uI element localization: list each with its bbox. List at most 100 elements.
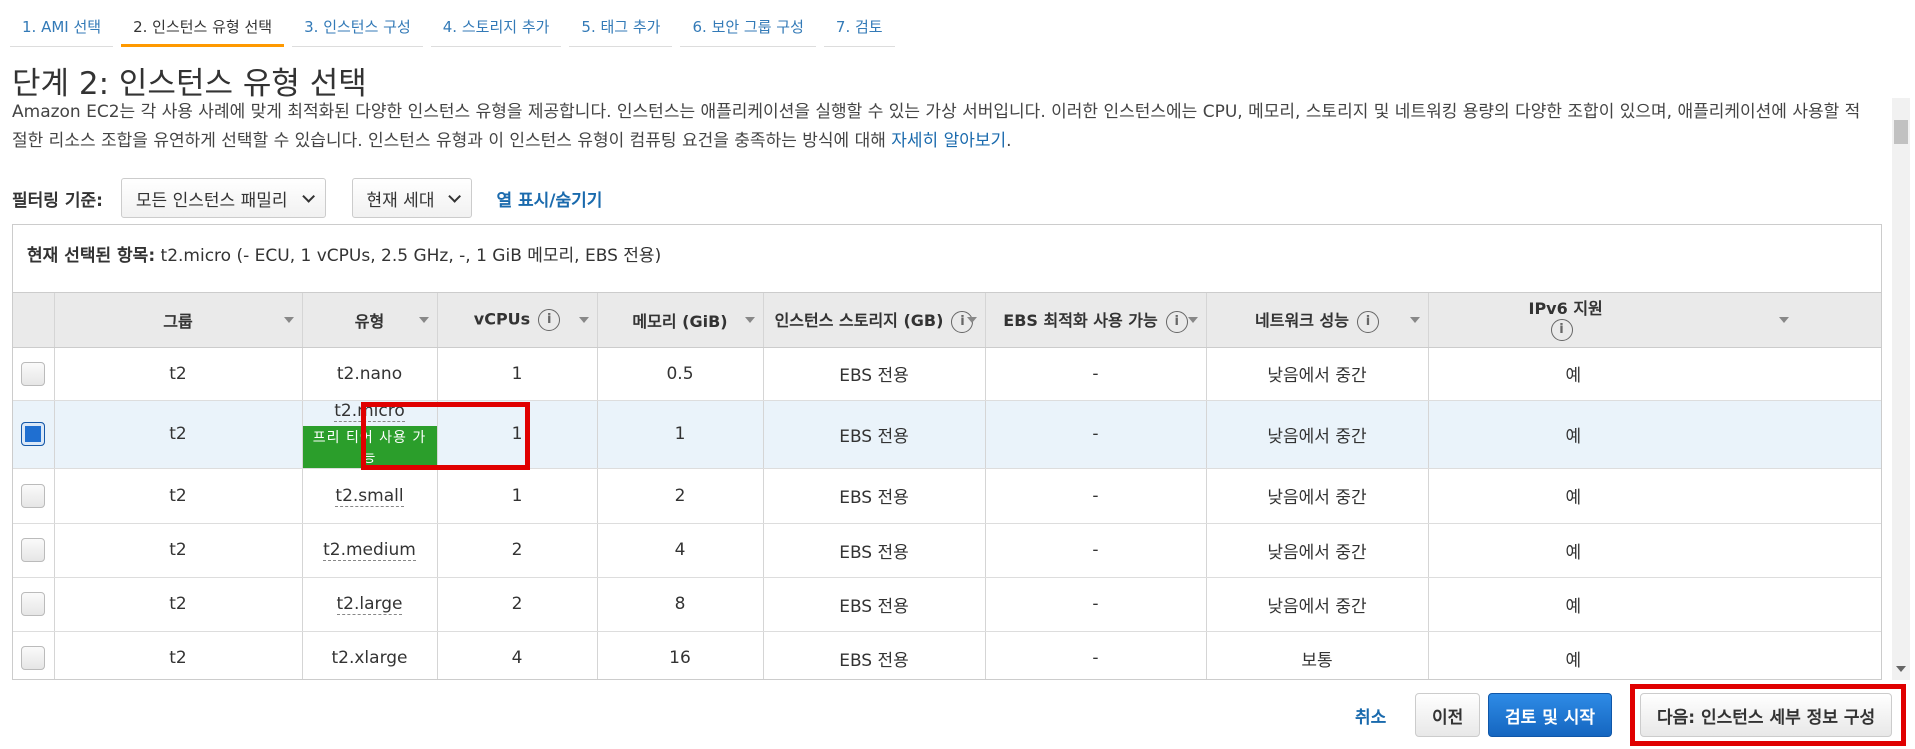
instance-types-table: 그룹 유형 vCPUs i 메모리 (GiB) 인스턴스 스토리지 (GB) i E… — [13, 293, 1881, 679]
generation-select[interactable]: 현재 세대 — [351, 178, 473, 218]
row-checkbox[interactable] — [21, 483, 46, 508]
learn-more-link[interactable]: 자세히 알아보기 — [891, 131, 1006, 151]
instance-family-value: 모든 인스턴스 패밀리 — [135, 190, 288, 211]
cell-ipv6: 예 — [1428, 523, 1881, 578]
show-hide-columns-link[interactable]: 열 표시/숨기기 — [496, 186, 602, 211]
info-icon[interactable]: i — [1165, 310, 1188, 333]
sort-icon — [1778, 317, 1789, 323]
next-configure-details-button[interactable]: 다음: 인스턴스 세부 정보 구성 — [1640, 693, 1893, 737]
cell-type: t2.medium — [302, 523, 438, 578]
cell-ipv6: 예 — [1428, 631, 1881, 679]
step-1-ami[interactable]: 1. AMI 선택 — [10, 0, 114, 47]
step-6-security-group[interactable]: 6. 보안 그룹 구성 — [680, 0, 816, 47]
current-selection: 현재 선택된 항목: t2.micro (- ECU, 1 vCPUs, 2.5… — [13, 225, 1881, 293]
cell-storage: EBS 전용 — [763, 631, 986, 679]
column-header-storage[interactable]: 인스턴스 스토리지 (GB) i — [763, 293, 986, 348]
cell-group: t2 — [54, 347, 303, 401]
table-row[interactable]: t2 t2.large 2 8 EBS 전용 - 낮음에서 중간 예 — [13, 577, 1881, 632]
row-checkbox[interactable] — [21, 361, 46, 386]
cell-ipv6: 예 — [1428, 468, 1881, 524]
column-header-vcpus[interactable]: vCPUs i — [437, 293, 598, 348]
page-title: 단계 2: 인스턴스 유형 선택 — [12, 66, 367, 102]
sort-icon — [578, 317, 589, 323]
cell-ebs: - — [985, 523, 1207, 578]
column-header-type[interactable]: 유형 — [302, 293, 438, 348]
cell-storage: EBS 전용 — [763, 400, 986, 469]
column-header-ebs[interactable]: EBS 최적화 사용 가능 i — [985, 293, 1207, 348]
filter-label: 필터링 기준: — [12, 190, 103, 211]
info-icon[interactable]: i — [1356, 310, 1379, 333]
description-end: . — [1006, 131, 1012, 151]
free-tier-badge: 프리 티어 사용 가능 — [302, 425, 437, 468]
sort-icon — [283, 317, 294, 323]
step-3-configure[interactable]: 3. 인스턴스 구성 — [292, 0, 423, 47]
column-header-group[interactable]: 그룹 — [54, 293, 303, 348]
instance-family-select[interactable]: 모든 인스턴스 패밀리 — [120, 178, 326, 218]
cell-vcpus: 1 — [437, 400, 598, 469]
sort-icon — [744, 317, 755, 323]
table-row[interactable]: t2 t2.nano 1 0.5 EBS 전용 - 낮음에서 중간 예 — [13, 347, 1881, 401]
cell-ebs: - — [985, 400, 1207, 469]
cell-ebs: - — [985, 468, 1207, 524]
chevron-down-icon — [448, 189, 462, 203]
table-row[interactable]: t2 t2.small 1 2 EBS 전용 - 낮음에서 중간 예 — [13, 468, 1881, 524]
step-4-storage[interactable]: 4. 스토리지 추가 — [430, 0, 562, 47]
cell-memory: 16 — [597, 631, 764, 679]
step-2-instance-type[interactable]: 2. 인스턴스 유형 선택 — [121, 0, 285, 47]
cell-vcpus: 4 — [437, 631, 598, 679]
cell-storage: EBS 전용 — [763, 347, 986, 401]
row-checkbox[interactable] — [21, 538, 46, 562]
cell-network: 낮음에서 중간 — [1206, 577, 1429, 632]
scroll-down-arrow-icon[interactable] — [1896, 666, 1906, 672]
cell-vcpus: 2 — [437, 523, 598, 578]
table-header-row: 그룹 유형 vCPUs i 메모리 (GiB) 인스턴스 스토리지 (GB) i E… — [13, 293, 1881, 348]
table-row[interactable]: t2 t2.medium 2 4 EBS 전용 - 낮음에서 중간 예 — [13, 523, 1881, 578]
review-and-launch-button[interactable]: 검토 및 시작 — [1488, 693, 1613, 737]
column-header-network[interactable]: 네트워크 성능 i — [1206, 293, 1429, 348]
cell-group: t2 — [54, 631, 303, 679]
column-header-memory[interactable]: 메모리 (GiB) — [597, 293, 764, 348]
instance-types-panel: 현재 선택된 항목: t2.micro (- ECU, 1 vCPUs, 2.5… — [12, 224, 1882, 680]
cell-network: 낮음에서 중간 — [1206, 523, 1429, 578]
cell-ipv6: 예 — [1428, 577, 1881, 632]
generation-value: 현재 세대 — [366, 190, 435, 211]
info-icon[interactable]: i — [1550, 318, 1573, 341]
cell-vcpus: 2 — [437, 577, 598, 632]
previous-button[interactable]: 이전 — [1415, 693, 1481, 737]
cell-memory: 8 — [597, 577, 764, 632]
cell-storage: EBS 전용 — [763, 468, 986, 524]
cell-ipv6: 예 — [1428, 400, 1881, 469]
table-row[interactable]: t2 t2.xlarge 4 16 EBS 전용 - 보통 예 — [13, 631, 1881, 679]
row-checkbox-checked[interactable] — [21, 422, 46, 446]
filter-bar: 필터링 기준: 모든 인스턴스 패밀리 현재 세대 열 표시/숨기기 — [12, 178, 602, 218]
scrollbar-thumb[interactable] — [1894, 120, 1908, 144]
cell-group: t2 — [54, 577, 303, 632]
sort-icon — [1409, 317, 1420, 323]
cell-group: t2 — [54, 468, 303, 524]
cell-memory: 4 — [597, 523, 764, 578]
cell-network: 낮음에서 중간 — [1206, 347, 1429, 401]
cell-type: t2.xlarge — [302, 631, 438, 679]
footer-actions: 취소 — [1355, 693, 1386, 737]
sort-icon — [1187, 317, 1198, 323]
row-checkbox[interactable] — [21, 592, 46, 616]
cell-type: t2.micro 프리 티어 사용 가능 — [302, 400, 438, 469]
cell-ipv6: 예 — [1428, 347, 1881, 401]
select-column-header — [13, 293, 55, 348]
info-icon[interactable]: i — [538, 308, 561, 331]
step-5-tags[interactable]: 5. 태그 추가 — [569, 0, 673, 47]
sort-icon — [966, 317, 977, 323]
wizard-steps: 1. AMI 선택 2. 인스턴스 유형 선택 3. 인스턴스 구성 4. 스토… — [10, 0, 903, 47]
cell-type: t2.large — [302, 577, 438, 632]
cell-network: 낮음에서 중간 — [1206, 400, 1429, 469]
cell-network: 보통 — [1206, 631, 1429, 679]
page-scrollbar[interactable] — [1892, 98, 1910, 680]
cell-storage: EBS 전용 — [763, 577, 986, 632]
step-7-review[interactable]: 7. 검토 — [823, 0, 895, 47]
row-checkbox[interactable] — [21, 646, 46, 670]
cell-network: 낮음에서 중간 — [1206, 468, 1429, 524]
cancel-button[interactable]: 취소 — [1355, 703, 1386, 728]
table-row-selected[interactable]: t2 t2.micro 프리 티어 사용 가능 1 1 EBS 전용 - 낮음에… — [13, 400, 1881, 469]
page-description: Amazon EC2는 각 사용 사례에 맞게 최적화된 다양한 인스턴스 유형… — [12, 98, 1872, 156]
column-header-ipv6[interactable]: IPv6 지원 i — [1428, 293, 1881, 348]
